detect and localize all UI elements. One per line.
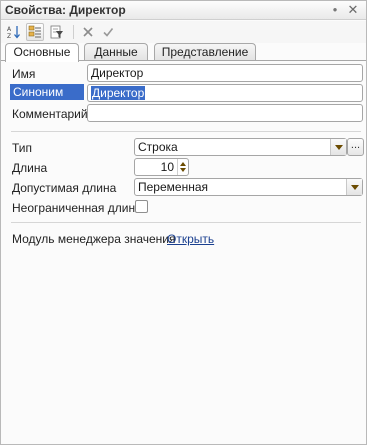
tab-presentation[interactable]: Представление — [154, 43, 256, 61]
comment-input[interactable] — [87, 104, 363, 122]
close-icon[interactable]: ✕ — [346, 3, 360, 17]
svg-text:Z: Z — [7, 33, 11, 39]
chevron-down-icon — [334, 144, 343, 150]
module-label: Модуль менеджера значения — [12, 232, 176, 246]
svg-text:A: A — [7, 26, 12, 33]
comment-label: Комментарий — [12, 107, 88, 121]
stepper-up-icon[interactable] — [180, 162, 186, 166]
stepper-down-icon[interactable] — [180, 168, 186, 172]
delete-icon[interactable] — [79, 23, 97, 41]
length-stepper[interactable] — [177, 159, 188, 175]
type-choose-button[interactable]: ... — [347, 138, 364, 156]
allowed-length-value: Переменная — [138, 180, 208, 194]
section-divider-2 — [11, 222, 361, 223]
sort-az-icon[interactable]: A Z — [5, 23, 23, 41]
unlimited-length-label: Неограниченная длина — [12, 201, 142, 215]
type-value: Строка — [138, 140, 178, 154]
object-properties-icon[interactable] — [26, 23, 44, 41]
type-label: Тип — [12, 141, 33, 155]
type-select[interactable]: Строка — [134, 138, 347, 156]
properties-window: Свойства: Директор ● ✕ A Z Основные Данн… — [0, 0, 367, 445]
length-label: Длина — [12, 161, 48, 175]
name-value: Директор — [91, 66, 144, 80]
name-input[interactable]: Директор — [87, 64, 363, 82]
length-value: 10 — [160, 160, 174, 174]
synonym-value: Директор — [91, 86, 146, 100]
tab-strip: Основные Данные Представление — [1, 43, 366, 62]
name-label: Имя — [12, 67, 36, 81]
synonym-input[interactable]: Директор — [87, 84, 363, 102]
length-input[interactable]: 10 — [134, 158, 189, 176]
window-title: Свойства: Директор — [5, 3, 126, 17]
filter-icon[interactable] — [48, 23, 66, 41]
section-divider-1 — [11, 131, 361, 132]
toolbar-separator — [73, 25, 74, 39]
check-icon[interactable] — [99, 23, 117, 41]
window-menu-icon[interactable]: ● — [328, 3, 342, 17]
open-module-link[interactable]: Открыть — [167, 232, 214, 246]
chevron-down-icon — [350, 184, 359, 190]
type-dropdown-button[interactable] — [330, 139, 346, 155]
title-bar: Свойства: Директор ● ✕ — [1, 1, 366, 20]
allowed-length-label: Допустимая длина — [12, 181, 117, 195]
allowed-length-dropdown-button[interactable] — [346, 179, 362, 195]
toolbar: A Z — [1, 21, 366, 43]
synonym-label: Синоним — [10, 84, 84, 100]
tab-data[interactable]: Данные — [84, 43, 148, 61]
tab-main[interactable]: Основные — [5, 43, 79, 62]
unlimited-length-checkbox[interactable] — [135, 200, 148, 213]
allowed-length-select[interactable]: Переменная — [134, 178, 363, 196]
